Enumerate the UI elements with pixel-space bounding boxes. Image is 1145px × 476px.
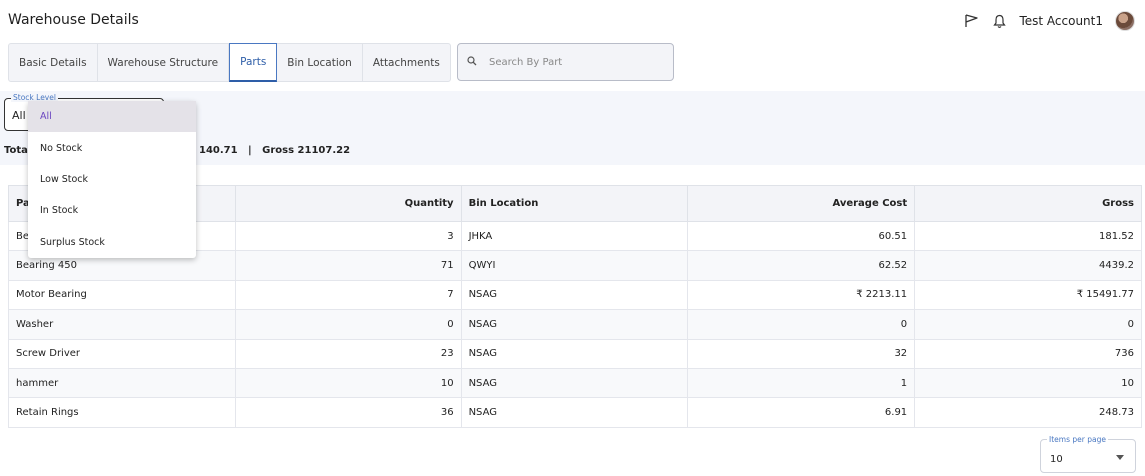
search-input[interactable]: [489, 56, 649, 68]
search-box[interactable]: [457, 43, 674, 81]
bin-location-link[interactable]: NSAG: [460, 338, 689, 369]
quantity-cell: 10: [234, 367, 462, 399]
items-per-page-label: Items per page: [1047, 435, 1108, 444]
average-cost-cell: 1: [687, 367, 916, 399]
average-cost-cell: 62.52: [687, 250, 916, 281]
stock-level-value: All: [12, 109, 26, 122]
table-row[interactable]: Motor Bearing 7 NSAG ₹ 2213.11 ₹ 15491.77: [8, 279, 1142, 311]
stock-option-low-stock[interactable]: Low Stock: [28, 164, 196, 195]
average-cost-cell: 0: [687, 309, 916, 340]
average-cost-cell: ₹ 2213.11: [687, 279, 916, 311]
part-name-link[interactable]: Motor Bearing: [8, 279, 236, 311]
quantity-cell: 7: [234, 279, 462, 311]
column-header-gross[interactable]: Gross: [914, 185, 1142, 222]
gross-cell: ₹ 15491.77: [914, 279, 1142, 311]
stock-option-surplus-stock[interactable]: Surplus Stock: [28, 227, 196, 258]
quantity-cell: 71: [234, 250, 462, 281]
tab-attachments[interactable]: Attachments: [363, 44, 450, 81]
table-row[interactable]: Washer 0 NSAG 0 0: [8, 309, 1142, 340]
bin-location-link[interactable]: NSAG: [460, 397, 689, 428]
quantity-cell: 3: [234, 220, 462, 252]
bin-location-link[interactable]: NSAG: [460, 367, 689, 399]
gross-cell: 248.73: [914, 397, 1142, 428]
bin-location-link[interactable]: QWYI: [460, 250, 689, 281]
part-name-link[interactable]: Washer: [8, 309, 236, 340]
chevron-down-icon: [1116, 455, 1124, 460]
bin-location-link[interactable]: NSAG: [460, 309, 689, 340]
quantity-cell: 23: [234, 338, 462, 369]
account-name[interactable]: Test Account1: [1019, 14, 1103, 28]
stock-option-no-stock[interactable]: No Stock: [28, 132, 196, 163]
gross-cell: 0: [914, 309, 1142, 340]
tab-bar: Basic Details Warehouse Structure Parts …: [8, 43, 451, 82]
part-name-link[interactable]: Retain Rings: [8, 397, 236, 428]
search-icon: [467, 55, 477, 69]
bell-icon[interactable]: [991, 13, 1007, 29]
bin-location-link[interactable]: NSAG: [460, 279, 689, 311]
tab-bin-location[interactable]: Bin Location: [277, 44, 363, 81]
stock-option-all[interactable]: All: [28, 101, 196, 133]
gross-cell: 181.52: [914, 220, 1142, 252]
tab-parts[interactable]: Parts: [229, 43, 278, 82]
column-header-quantity[interactable]: Quantity: [234, 185, 462, 222]
table-row[interactable]: hammer 10 NSAG 1 10: [8, 367, 1142, 399]
stock-option-in-stock[interactable]: In Stock: [28, 195, 196, 226]
avatar[interactable]: [1115, 11, 1135, 31]
part-name-link[interactable]: hammer: [8, 367, 236, 399]
column-header-bin-location[interactable]: Bin Location: [460, 185, 689, 222]
totals-summary: 140.71 | Gross 21107.22: [199, 145, 351, 156]
items-per-page-select[interactable]: Items per page 10: [1040, 435, 1136, 473]
totals-summary-left: Tota: [4, 145, 28, 156]
stock-level-dropdown: All No Stock Low Stock In Stock Surplus …: [28, 101, 196, 258]
quantity-cell: 36: [234, 397, 462, 428]
tab-warehouse-structure[interactable]: Warehouse Structure: [98, 44, 230, 81]
table-row[interactable]: Screw Driver 23 NSAG 32 736: [8, 338, 1142, 369]
column-header-average-cost[interactable]: Average Cost: [687, 185, 916, 222]
gross-cell: 736: [914, 338, 1142, 369]
tab-basic-details[interactable]: Basic Details: [9, 44, 98, 81]
items-per-page-value: 10: [1050, 454, 1063, 465]
bin-location-link[interactable]: JHKA: [460, 220, 689, 252]
quantity-cell: 0: [234, 309, 462, 340]
gross-cell: 10: [914, 367, 1142, 399]
header-actions: Test Account1: [963, 11, 1135, 31]
page-title: Warehouse Details: [8, 12, 139, 28]
average-cost-cell: 6.91: [687, 397, 916, 428]
part-name-link[interactable]: Screw Driver: [8, 338, 236, 369]
average-cost-cell: 32: [687, 338, 916, 369]
average-cost-cell: 60.51: [687, 220, 916, 252]
table-row[interactable]: Retain Rings 36 NSAG 6.91 248.73: [8, 397, 1142, 428]
gross-cell: 4439.2: [914, 250, 1142, 281]
flag-icon[interactable]: [963, 13, 979, 29]
